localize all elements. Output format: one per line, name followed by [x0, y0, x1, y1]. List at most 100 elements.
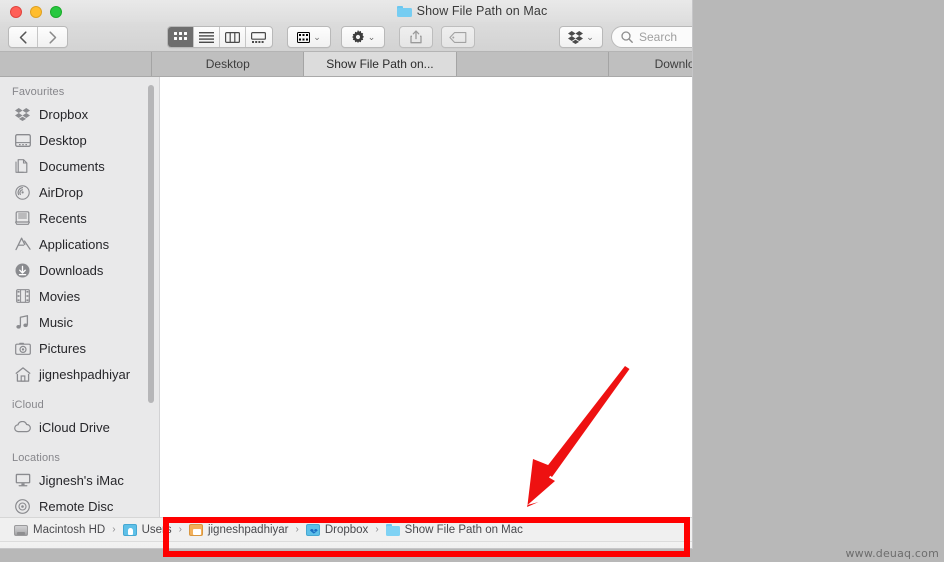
- window-title-text: Show File Path on Mac: [416, 4, 548, 18]
- sidebar-item-label: Dropbox: [39, 106, 89, 122]
- tab-bar: Desktop Show File Path on... Downloads A…: [0, 52, 692, 77]
- path-separator: ›: [112, 524, 116, 535]
- home-folder-icon: [188, 524, 203, 536]
- path-segment-label: Macintosh HD: [33, 523, 106, 536]
- hard-disk-icon: [14, 524, 28, 536]
- users-folder-icon: [122, 524, 137, 536]
- path-segment-label: Show File Path on Mac: [404, 523, 523, 536]
- screenshot-root: Show File Path on Mac ⌄ ⌄ ⌄ Search Deskt…: [0, 0, 944, 562]
- sidebar-item-label: Applications: [39, 236, 110, 252]
- sidebar-item-downloads[interactable]: Downloads: [0, 257, 159, 283]
- window-body: Favourites Dropbox Desktop Documents Air…: [0, 77, 692, 517]
- documents-icon: [14, 158, 31, 175]
- desktop-icon: [14, 132, 31, 149]
- dropbox-folder-icon: [305, 524, 320, 536]
- search-icon: [621, 31, 633, 43]
- cloud-icon: [14, 419, 31, 436]
- status-bar: [0, 541, 692, 548]
- sidebar-item-icloud-drive[interactable]: iCloud Drive: [0, 414, 159, 440]
- sidebar-item-pictures[interactable]: Pictures: [0, 335, 159, 361]
- view-mode-segmented-control: [167, 26, 273, 48]
- sidebar-item-label: Remote Disc: [39, 498, 114, 514]
- music-icon: [14, 314, 31, 331]
- sidebar-item-recents[interactable]: Recents: [0, 205, 159, 231]
- folder-icon: [396, 5, 412, 17]
- share-icon: [410, 30, 422, 44]
- sidebar-item-remote-disc[interactable]: Remote Disc: [0, 493, 159, 517]
- sidebar-item-label: Jignesh's iMac: [39, 472, 124, 488]
- airdrop-icon: [14, 184, 31, 201]
- sidebar-item-home[interactable]: jigneshpadhiyar: [0, 361, 159, 387]
- path-segment-label: jigneshpadhiyar: [207, 523, 289, 536]
- dropbox-menu-button[interactable]: ⌄: [559, 26, 603, 48]
- sidebar-item-movies[interactable]: Movies: [0, 283, 159, 309]
- gallery-view-button[interactable]: [246, 27, 272, 47]
- path-bar: Macintosh HD › Users › jigneshpadhiyar ›…: [0, 517, 692, 541]
- sidebar-item-dropbox[interactable]: Dropbox: [0, 101, 159, 127]
- sidebar-item-applications[interactable]: Applications: [0, 231, 159, 257]
- forward-button[interactable]: [38, 27, 67, 47]
- chevron-down-icon: ⌄: [313, 31, 321, 42]
- applications-icon: [14, 236, 31, 253]
- path-segment-show-file-path-on-mac[interactable]: Show File Path on Mac: [385, 523, 523, 536]
- file-list-area[interactable]: [160, 77, 692, 517]
- watermark: www.deuaq.com: [845, 547, 939, 560]
- column-view-button[interactable]: [220, 27, 246, 47]
- tab-empty-2[interactable]: [457, 52, 609, 76]
- sidebar-header-icloud: iCloud: [12, 399, 44, 411]
- path-separator: ›: [295, 524, 299, 535]
- search-field[interactable]: Search: [611, 26, 692, 48]
- sidebar-item-label: Pictures: [39, 340, 86, 356]
- sidebar-item-airdrop[interactable]: AirDrop: [0, 179, 159, 205]
- tag-button[interactable]: [441, 26, 475, 48]
- sidebar-item-label: Downloads: [39, 262, 104, 278]
- finder-toolbar: ⌄ ⌄ ⌄ Search: [0, 22, 692, 52]
- tab-show-file-path[interactable]: Show File Path on...: [304, 52, 457, 76]
- path-segment-label: Users: [141, 523, 172, 536]
- tab-desktop[interactable]: Desktop: [152, 52, 305, 76]
- sidebar-item-label: AirDrop: [39, 184, 84, 200]
- action-menu-button[interactable]: ⌄: [341, 26, 385, 48]
- sidebar-scrollbar[interactable]: [148, 85, 154, 403]
- arrange-by-button[interactable]: ⌄: [287, 26, 331, 48]
- sidebar-item-documents[interactable]: Documents: [0, 153, 159, 179]
- pictures-icon: [14, 340, 31, 357]
- disc-icon: [14, 498, 31, 515]
- folder-icon: [385, 524, 400, 536]
- search-placeholder: Search: [639, 30, 678, 44]
- tab-empty-1[interactable]: [0, 52, 153, 76]
- imac-icon: [14, 472, 31, 489]
- path-segment-macintosh-hd[interactable]: Macintosh HD: [14, 524, 105, 536]
- path-separator: ›: [375, 524, 379, 535]
- sidebar-item-imac[interactable]: Jignesh's iMac: [0, 467, 159, 493]
- path-segment-jigneshpadhiyar[interactable]: jigneshpadhiyar: [188, 523, 289, 536]
- window-title-bar: Show File Path on Mac: [0, 0, 692, 22]
- tab-downloads[interactable]: Downloads: [609, 52, 692, 76]
- path-segment-users[interactable]: Users: [122, 523, 172, 536]
- downloads-icon: [14, 262, 31, 279]
- finder-window: Show File Path on Mac ⌄ ⌄ ⌄ Search Deskt…: [0, 0, 693, 549]
- sidebar-item-label: Movies: [39, 288, 81, 304]
- sidebar-item-label: Desktop: [39, 132, 87, 148]
- sidebar-item-label: jigneshpadhiyar: [39, 366, 131, 382]
- icon-view-button[interactable]: [168, 27, 194, 47]
- path-segment-label: Dropbox: [324, 523, 369, 536]
- sidebar-item-music[interactable]: Music: [0, 309, 159, 335]
- sidebar-item-label: Documents: [39, 158, 105, 174]
- dropbox-icon: [14, 106, 31, 123]
- sidebar-header-locations: Locations: [12, 452, 60, 464]
- path-segment-dropbox[interactable]: Dropbox: [305, 523, 369, 536]
- list-view-button[interactable]: [194, 27, 220, 47]
- recents-icon: [14, 210, 31, 227]
- window-title: Show File Path on Mac: [0, 0, 692, 22]
- sidebar-item-label: Recents: [39, 210, 87, 226]
- tag-icon: [449, 31, 467, 43]
- share-button[interactable]: [399, 26, 433, 48]
- chevron-down-icon: ⌄: [367, 31, 376, 42]
- sidebar-item-desktop[interactable]: Desktop: [0, 127, 159, 153]
- sidebar-item-label: iCloud Drive: [39, 419, 110, 435]
- gear-icon: [351, 30, 364, 43]
- back-button[interactable]: [9, 27, 39, 47]
